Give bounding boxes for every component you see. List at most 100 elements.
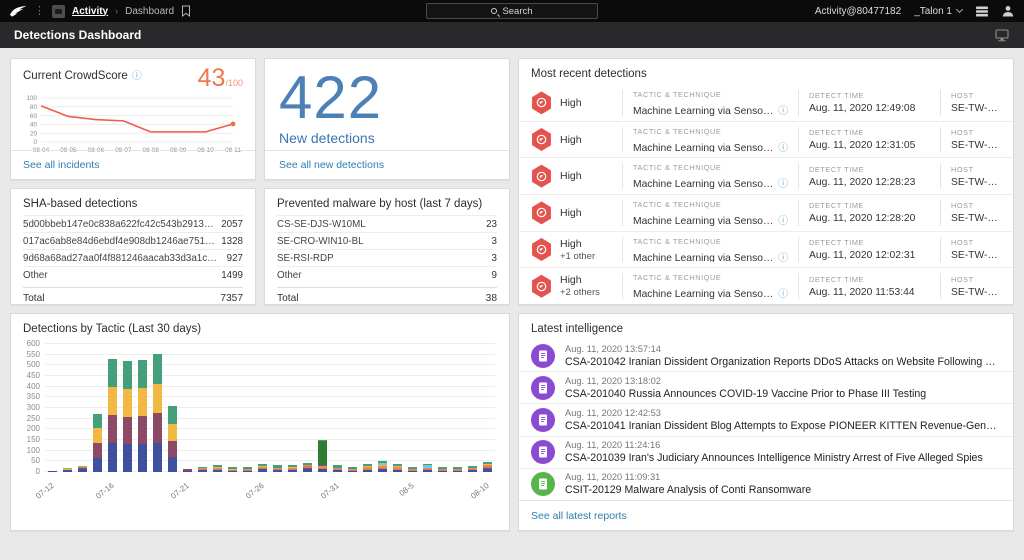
bar-segment [168, 457, 178, 472]
detection-row[interactable]: High TACTIC & TECHNIQUE Machine Learning… [519, 157, 1013, 194]
x-tick-label: 07-21 [153, 481, 190, 513]
stacked-bar [138, 344, 148, 472]
stacked-bar [348, 344, 358, 472]
sha-detections-card: SHA-based detections 5d00bbeb147e0c838a6… [10, 188, 256, 305]
prevented-malware-total: Total38 [277, 287, 497, 309]
report-icon [531, 376, 555, 400]
info-icon[interactable]: ⓘ [132, 71, 142, 82]
bar-segment [168, 441, 178, 457]
bar-segment [243, 471, 253, 472]
intelligence-card: Latest intelligence Aug. 11, 2020 13:57:… [518, 313, 1014, 531]
y-tick-label: 200 [27, 424, 40, 433]
bar-segment [168, 406, 178, 424]
tactic-cell: TACTIC & TECHNIQUE Machine Learning via … [622, 273, 798, 299]
user-profile-icon[interactable] [1002, 5, 1014, 17]
bar-segment [108, 443, 118, 472]
bar-segment [153, 354, 163, 383]
breadcrumb-app[interactable]: Activity [72, 6, 108, 17]
stacked-bar [78, 344, 88, 472]
tactic-cell: TACTIC & TECHNIQUE Machine Learning via … [622, 237, 798, 263]
stacked-bar [333, 344, 343, 472]
top-nav: ⋮ Activity › Dashboard Search Activity@8… [0, 0, 1024, 22]
menu-dots-icon[interactable]: ⋮ [34, 6, 45, 17]
host-cell: HOSTSE-TW-WIN10-DET [940, 163, 1001, 189]
info-icon[interactable]: ⓘ [778, 253, 788, 263]
detection-row[interactable]: High TACTIC & TECHNIQUE Machine Learning… [519, 85, 1013, 121]
bar-segment [153, 413, 163, 443]
report-date: Aug. 11, 2020 11:09:31 [565, 472, 811, 482]
search-icon [491, 8, 497, 14]
bar-segment [348, 471, 358, 472]
bar-segment [78, 469, 88, 472]
report-title: CSIT-20129 Malware Analysis of Conti Ran… [565, 484, 811, 496]
info-icon[interactable]: ⓘ [778, 216, 788, 226]
info-icon[interactable]: ⓘ [778, 143, 788, 153]
stacked-bar [168, 344, 178, 472]
severity-icon [531, 275, 552, 298]
bar-segment [48, 471, 58, 472]
info-icon[interactable]: ⓘ [778, 106, 788, 116]
bookmark-icon[interactable] [181, 5, 191, 17]
y-tick-label: 500 [27, 360, 40, 369]
detection-row[interactable]: High TACTIC & TECHNIQUE Machine Learning… [519, 121, 1013, 158]
stacked-bar [378, 344, 388, 472]
y-tick-label: 250 [27, 414, 40, 423]
y-tick-label: 50 [31, 456, 40, 465]
see-all-new-detections-link[interactable]: See all new detections [279, 159, 384, 171]
host-cell: HOSTSE-TW-WIN10-DET [940, 237, 1001, 263]
report-title: CSA-201040 Russia Announces COVID-19 Vac… [565, 388, 926, 400]
bar-segment [438, 471, 448, 472]
bar-segment [423, 470, 433, 472]
intel-report-row[interactable]: Aug. 11, 2020 12:42:53 CSA-201041 Irania… [519, 403, 1013, 435]
report-date: Aug. 11, 2020 11:24:16 [565, 440, 983, 450]
breadcrumb-separator: › [115, 6, 118, 16]
report-icon [531, 472, 555, 496]
intel-report-row[interactable]: Aug. 11, 2020 11:24:16 CSA-201039 Iran's… [519, 436, 1013, 468]
bar-segment [123, 417, 133, 445]
account-label: Activity@80477182 [815, 6, 901, 17]
bar-segment [63, 470, 73, 472]
tactic-cell: TACTIC & TECHNIQUE Machine Learning via … [622, 200, 798, 226]
dashboard-content: Current CrowdScoreⓘ 43/100 0204060801000… [0, 48, 1024, 541]
report-icon [531, 344, 555, 368]
host-cell: HOSTSE-TW-WIN10-DET [940, 200, 1001, 226]
detection-row[interactable]: High+1 other TACTIC & TECHNIQUE Machine … [519, 231, 1013, 268]
tactic-cell: TACTIC & TECHNIQUE Machine Learning via … [622, 90, 798, 116]
stacked-bar [423, 344, 433, 472]
intel-report-row[interactable]: Aug. 11, 2020 11:09:31 CSIT-20129 Malwar… [519, 468, 1013, 500]
intel-report-row[interactable]: Aug. 11, 2020 13:18:02 CSA-201040 Russia… [519, 371, 1013, 403]
bar-segment [123, 444, 133, 472]
bar-segment [378, 469, 388, 472]
detect-time-cell: DETECT TIMEAug. 11, 2020 12:02:31 [798, 237, 940, 263]
info-icon[interactable]: ⓘ [778, 289, 788, 299]
see-all-incidents-link[interactable]: See all incidents [23, 159, 99, 171]
bar-segment [393, 470, 403, 472]
bar-segment [228, 471, 238, 472]
stacked-bar [453, 344, 463, 472]
stacked-bar [243, 344, 253, 472]
search-input[interactable]: Search [426, 3, 598, 19]
stacked-bar [273, 344, 283, 472]
detection-row[interactable]: High TACTIC & TECHNIQUE Machine Learning… [519, 194, 1013, 231]
stacked-bar [123, 344, 133, 472]
info-icon[interactable]: ⓘ [778, 179, 788, 189]
report-icon [531, 440, 555, 464]
host-stack-icon[interactable] [975, 6, 989, 17]
x-tick-label: 07-12 [18, 481, 55, 513]
bar-segment [168, 424, 178, 441]
stacked-bar [393, 344, 403, 472]
stacked-bar [288, 344, 298, 472]
intelligence-title: Latest intelligence [519, 314, 1013, 340]
bar-segment [153, 443, 163, 472]
monitor-icon[interactable] [994, 29, 1010, 42]
y-tick-label: 0 [36, 467, 40, 476]
intel-report-row[interactable]: Aug. 11, 2020 13:57:14 CSA-201042 Irania… [519, 340, 1013, 371]
detect-time-cell: DETECT TIMEAug. 11, 2020 12:49:08 [798, 90, 940, 116]
bar-segment [138, 444, 148, 472]
user-menu[interactable]: _Talon 1 [914, 6, 962, 17]
see-all-latest-reports-link[interactable]: See all latest reports [531, 510, 627, 522]
detection-row[interactable]: High+2 others TACTIC & TECHNIQUE Machine… [519, 267, 1013, 304]
bar-segment [318, 469, 328, 472]
svg-text:60: 60 [30, 112, 38, 119]
app-icon[interactable] [52, 5, 65, 18]
